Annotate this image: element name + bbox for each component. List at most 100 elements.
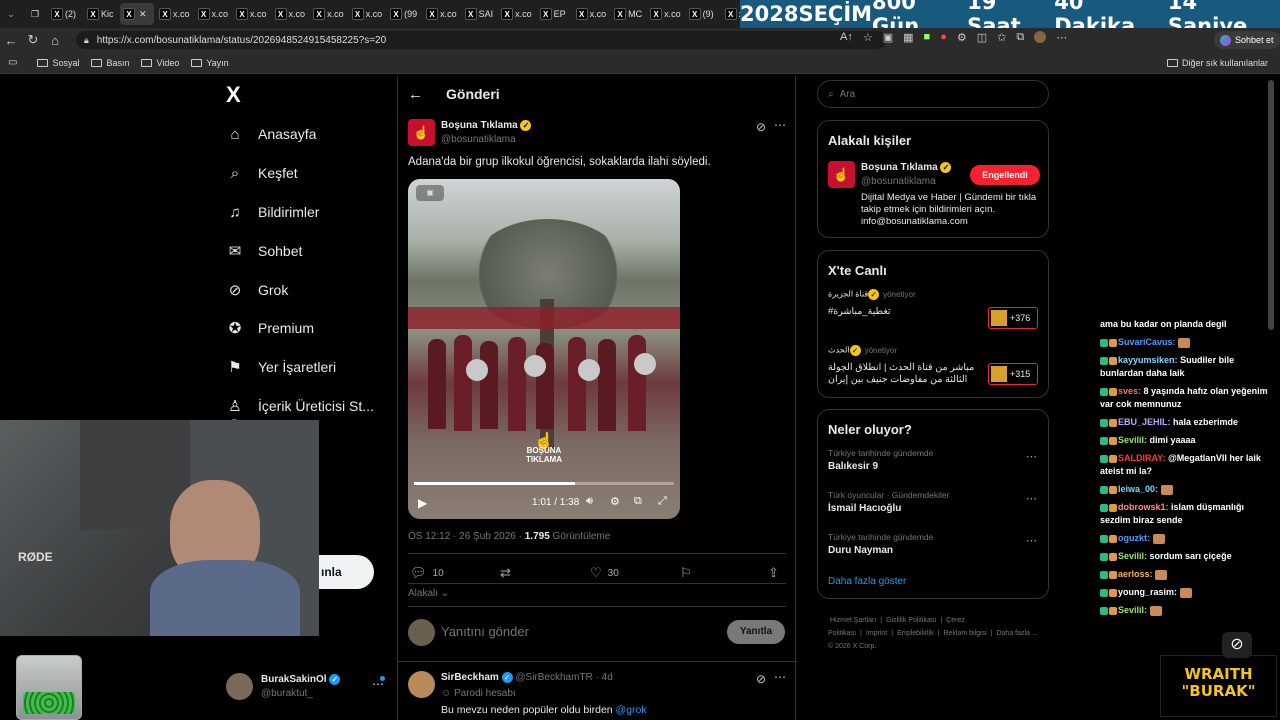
search-input[interactable]: ⌕ Ara: [817, 80, 1049, 108]
play-icon[interactable]: ▶: [418, 496, 427, 510]
like-action[interactable]: ♡ 30: [590, 565, 619, 581]
read-aloud-icon[interactable]: A↑: [840, 31, 853, 44]
reload-icon[interactable]: ↻: [22, 32, 44, 48]
reply-avatar[interactable]: [408, 671, 435, 698]
more-icon[interactable]: ⋯: [1056, 31, 1067, 44]
reply-author-row[interactable]: SirBeckham ✓ @SirBeckhamTR · 4d: [441, 672, 613, 683]
account-avatar[interactable]: [226, 673, 253, 700]
page-scrollbar[interactable]: [1268, 80, 1274, 330]
sidebar-item[interactable]: ⌕ Keşfet: [226, 160, 298, 186]
tab-actions-icon[interactable]: ⌄: [0, 3, 22, 25]
split-screen-icon[interactable]: ◫: [977, 31, 987, 44]
trend-more-icon[interactable]: ⋯: [1026, 450, 1037, 463]
close-icon[interactable]: ✕: [139, 9, 147, 20]
related-name-row[interactable]: Boşuna Tıklama ✓: [861, 162, 952, 173]
trend-item[interactable]: Türk oyuncular · Gündemdekiler İsmail Hac…: [828, 490, 1040, 526]
browser-tab[interactable]: Xx.co: [647, 3, 684, 25]
grok-explain-icon[interactable]: ⊘: [756, 120, 766, 134]
browser-tab[interactable]: X ✕: [120, 3, 154, 25]
footer-link[interactable]: Gizlilik Politikası: [886, 617, 936, 624]
favorites-bar-icon[interactable]: ✩: [997, 31, 1006, 44]
back-icon[interactable]: ←: [0, 33, 22, 48]
reply-button[interactable]: Yanıtla: [727, 620, 785, 644]
browser-tab[interactable]: X (9): [686, 3, 720, 25]
sidebar-item[interactable]: ⊘ Grok: [226, 277, 289, 303]
sidebar-item[interactable]: ⌂ Anasayfa: [226, 121, 316, 147]
author-avatar[interactable]: ☝: [408, 119, 435, 146]
author-handle[interactable]: @bosunatiklama: [441, 134, 516, 145]
live-item[interactable]: قناة الجزيرة ✓ yönetiyor تغطية_مباشرة# +376: [828, 289, 1040, 339]
footer-link[interactable]: Reklam bilgisi: [943, 630, 986, 637]
browser-tab[interactable]: X (2): [48, 3, 82, 25]
blocked-button[interactable]: Engellendi: [970, 165, 1040, 185]
bookmark-folder[interactable]: Basın: [91, 58, 129, 68]
extensions-icon[interactable]: ⚙: [957, 31, 967, 44]
footer-link[interactable]: Erişilebilirlik: [897, 630, 934, 637]
home-browser-icon[interactable]: ⌂: [44, 33, 66, 48]
fullscreen-icon[interactable]: ⤢: [658, 495, 667, 508]
account-name-row[interactable]: BurakSakinOl ✓: [261, 674, 341, 685]
author-name-row[interactable]: Boşuna Tıklama ✓: [441, 120, 532, 131]
post-button[interactable]: ınla: [319, 555, 374, 589]
browser-tab[interactable]: Xx.co: [272, 3, 309, 25]
browser-tab[interactable]: Xx.co: [349, 3, 386, 25]
trend-item[interactable]: Türkiye tarihinde gündemde Balıkesir 9 ⋯: [828, 448, 1040, 484]
tab-workspaces-icon[interactable]: ❐: [24, 3, 46, 25]
collections-icon[interactable]: ⧉: [1016, 31, 1024, 44]
copilot-chat-button[interactable]: Sohbet et: [1214, 31, 1280, 49]
sort-replies[interactable]: Alakalı ⌄: [408, 588, 449, 599]
related-avatar[interactable]: ☝: [828, 161, 855, 188]
browser-tab[interactable]: Xx.co: [233, 3, 270, 25]
bookmark-action-icon[interactable]: ⚐: [680, 565, 692, 581]
sidebar-item[interactable]: ♫ Bildirimler: [226, 199, 319, 225]
browser-tab[interactable]: Xx.co: [195, 3, 232, 25]
grok-float-icon[interactable]: ⊘: [1222, 632, 1252, 658]
grok-explain-icon[interactable]: ⊘: [756, 672, 766, 686]
browser-tab[interactable]: X EP: [537, 3, 571, 25]
favorite-icon[interactable]: ☆: [863, 31, 873, 44]
trend-more-icon[interactable]: ⋯: [1026, 534, 1037, 547]
x-logo[interactable]: X: [226, 82, 241, 108]
bookmark-folder[interactable]: Video: [141, 58, 179, 68]
extension-icon[interactable]: ●: [940, 31, 947, 44]
browser-tab[interactable]: Xx.co: [156, 3, 193, 25]
extension-icon[interactable]: ▣: [883, 31, 893, 44]
extension-icon[interactable]: ▦: [903, 31, 913, 44]
sidebar-item[interactable]: ⚑ Yer İşaretleri: [226, 354, 336, 380]
reply-input[interactable]: Yanıtını gönder: [441, 624, 529, 639]
other-favorites[interactable]: Diğer sık kullanılanlar: [1166, 58, 1268, 68]
trend-item[interactable]: Türkiye tarihinde gündemde Duru Nayman ⋯: [828, 532, 1040, 568]
sidebar-item[interactable]: ♙ İçerik Üreticisi St...: [226, 393, 374, 419]
reply-action[interactable]: 💬︎ 10: [410, 565, 444, 581]
volume-icon[interactable]: 🔊︎: [586, 495, 593, 508]
browser-tab[interactable]: Xx.co: [423, 3, 460, 25]
settings-icon[interactable]: ⚙: [610, 495, 620, 508]
bookmark-folder[interactable]: Yayın: [191, 58, 229, 68]
repost-icon[interactable]: ⇄: [500, 565, 511, 581]
extension-icon[interactable]: ■: [924, 31, 931, 44]
reply-more-icon[interactable]: ⋯: [774, 670, 786, 684]
video-progress-track[interactable]: [414, 482, 674, 485]
browser-tab[interactable]: Xx.co: [573, 3, 610, 25]
profile-avatar[interactable]: [1034, 31, 1047, 43]
url-field[interactable]: 🔒︎ https://x.com/bosunatiklama/status/20…: [76, 31, 886, 49]
video-player[interactable]: ▣ ☝ BOŞUNA TIKLAMA ▶ 1:01 / 1:38 �: [408, 179, 680, 519]
show-more-link[interactable]: Daha fazla göster: [828, 576, 906, 587]
browser-tab[interactable]: X SAI: [462, 3, 497, 25]
pip-icon[interactable]: ⧉: [634, 495, 642, 508]
live-item[interactable]: الحدث ✓ yönetiyor مباشر من قناة الحدث | انط…: [828, 345, 1040, 395]
back-arrow-icon[interactable]: ←: [408, 86, 423, 103]
browser-tab[interactable]: Xx.co: [310, 3, 347, 25]
footer-link[interactable]: Hizmet Şartları: [830, 617, 876, 624]
grok-mention-link[interactable]: @grok: [616, 704, 647, 716]
share-icon[interactable]: ⇪: [768, 565, 779, 581]
post-more-icon[interactable]: ⋯: [774, 118, 786, 132]
browser-tab[interactable]: X MC: [611, 3, 645, 25]
sidebar-item[interactable]: ✉ Sohbet: [226, 238, 303, 264]
bookmark-folder[interactable]: Sosyal: [37, 58, 79, 68]
browser-tab[interactable]: X (99: [387, 3, 421, 25]
browser-tab[interactable]: X Kic: [84, 3, 118, 25]
footer-link[interactable]: Imprint: [866, 630, 887, 637]
sidebar-item[interactable]: ✪ Premium: [226, 315, 314, 341]
footer-link[interactable]: Daha fazla ...: [996, 630, 1037, 637]
